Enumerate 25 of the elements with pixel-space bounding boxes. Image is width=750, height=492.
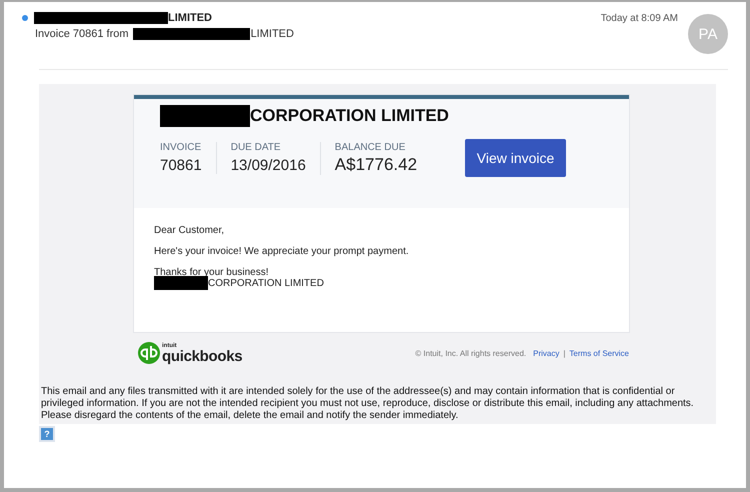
- field-value: A$1776.42: [334, 155, 418, 175]
- field-label: DUE DATE: [230, 142, 282, 153]
- privacy-link[interactable]: Privacy: [533, 348, 560, 358]
- thanks-text: Thanks for your business!: [154, 267, 270, 278]
- help-icon[interactable]: ?: [41, 428, 53, 440]
- message-time: Today at 8:09 AM: [600, 13, 678, 24]
- company-name: CORPORATION LIMITED: [250, 106, 449, 126]
- body-text: Here's your invoice! We appreciate your prompt payment.: [154, 246, 410, 257]
- logo-icon: [138, 342, 160, 364]
- terms-link[interactable]: Terms of Service: [569, 348, 629, 358]
- field-label: BALANCE DUE: [334, 142, 406, 153]
- logo-text: quickbooks: [162, 348, 242, 364]
- disclaimer-text: This email and any files transmitted with it are intended solely for the use of the addressee(s) and may contain information that is confidential or privileged information. If you are not the intended recipient you must not use, reproduce, disclose or distribute this email, including any attachments. Please disregard the contents of the email, delete the email and notify the sender immediately.: [41, 386, 695, 422]
- sender-name: LIMITED: [168, 12, 212, 24]
- link-separator: |: [563, 348, 566, 358]
- redaction-bar: [154, 276, 208, 290]
- subject-text: LIMITED: [250, 28, 294, 40]
- view-invoice-button[interactable]: View invoice: [465, 139, 566, 177]
- signature-text: CORPORATION LIMITED: [208, 278, 324, 288]
- copyright-text: © Intuit, Inc. All rights reserved.: [415, 348, 526, 358]
- subject-text: Invoice 70861 from: [35, 28, 129, 40]
- greeting-text: Dear Customer,: [154, 225, 226, 236]
- field-value: 13/09/2016: [230, 157, 306, 174]
- field-label: INVOICE: [160, 142, 202, 153]
- field-value: 70861: [160, 157, 202, 174]
